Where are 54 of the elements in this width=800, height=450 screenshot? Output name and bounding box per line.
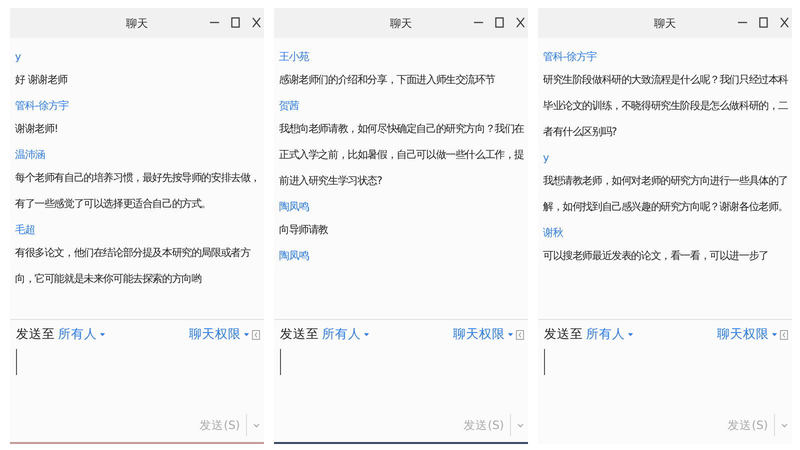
- sender-name: 陶凤鸣: [279, 249, 310, 264]
- close-icon[interactable]: [779, 17, 790, 28]
- message-text: 可以搜老师最近发表的论文，看一看，可以进一步了: [543, 249, 770, 264]
- message-text: 我想向老师请教，如何尽快确定自己的研究方向？我们在正式入学之前，比如暑假，自己可以做一些什么工作，提前进入研究生学习状态?: [279, 122, 524, 189]
- recipient-dropdown[interactable]: 所有人: [586, 326, 633, 343]
- chevron-down-icon[interactable]: [253, 422, 260, 428]
- chat-permissions-dropdown[interactable]: 聊天权限: [717, 326, 777, 343]
- sender-name: y: [543, 151, 550, 166]
- sender-name: 陶凤鸣: [279, 200, 310, 215]
- window-title: 聊天: [390, 16, 412, 30]
- message-text: 谢谢老师!: [15, 122, 60, 137]
- expand-icon[interactable]: [780, 330, 788, 340]
- sender-name: 温沛涵: [15, 148, 46, 163]
- window-title: 聊天: [654, 16, 676, 30]
- caret-icon: [364, 332, 369, 337]
- close-icon[interactable]: [515, 17, 526, 28]
- recipient-dropdown[interactable]: 所有人: [58, 326, 105, 343]
- sender-name: 管科-徐方宇: [543, 50, 598, 65]
- chat-permissions-dropdown[interactable]: 聊天权限: [453, 326, 513, 343]
- caret-icon: [100, 332, 105, 337]
- chevron-down-icon[interactable]: [781, 422, 788, 428]
- sender-name: 管科-徐方宇: [15, 99, 70, 114]
- sender-name: 毛超: [15, 223, 36, 238]
- recipient-dropdown[interactable]: 所有人: [322, 326, 369, 343]
- send-to-label: 发送至: [280, 326, 319, 343]
- send-button[interactable]: 发送(S): [728, 414, 775, 436]
- message-text: 每个老师有自己的培养习惯，最好先按导师的安排去做，有了一些感觉了可以选择更适合自己的方式。: [15, 171, 260, 212]
- sender-name: 贺茜: [279, 99, 300, 114]
- chat-permissions-dropdown[interactable]: 聊天权限: [189, 326, 249, 343]
- maximize-icon[interactable]: [230, 17, 241, 28]
- caret-icon: [508, 332, 513, 337]
- close-icon[interactable]: [251, 17, 262, 28]
- window-title: 聊天: [126, 16, 148, 30]
- caret-icon: [772, 332, 777, 337]
- send-to-label: 发送至: [544, 326, 583, 343]
- send-to-label: 发送至: [16, 326, 55, 343]
- sender-name: 谢秋: [543, 226, 564, 241]
- expand-icon[interactable]: [516, 330, 524, 340]
- message-text: 感谢老师们的介绍和分享，下面进入师生交流环节: [279, 73, 496, 88]
- message-text: 向导师请教: [279, 223, 330, 238]
- message-text: 有很多论文，他们在结论部分提及本研究的局限或者方向，它可能就是未来你可能去探索的方向哟: [15, 246, 252, 287]
- message-text: 研究生阶段做科研的大致流程是什么呢？我们只经过本科毕业论文的训练，不晓得研究生阶段是怎么做科研的，二者有什么区别吗?: [543, 73, 788, 140]
- send-button[interactable]: 发送(S): [200, 414, 247, 436]
- caret-icon: [244, 332, 249, 337]
- sender-name: 王小苑: [279, 50, 310, 65]
- maximize-icon[interactable]: [494, 17, 505, 28]
- caret-icon: [628, 332, 633, 337]
- message-text: 我想请教老师，如何对老师的研究方向进行一些具体的了解，如何找到自己感兴趣的研究方向呢？谢谢各位老师。: [543, 174, 788, 215]
- expand-icon[interactable]: [252, 330, 260, 340]
- maximize-icon[interactable]: [758, 17, 769, 28]
- sender-name: y: [15, 50, 22, 65]
- message-text: 好 谢谢老师: [15, 73, 68, 88]
- chevron-down-icon[interactable]: [517, 422, 524, 428]
- send-button[interactable]: 发送(S): [464, 414, 511, 436]
